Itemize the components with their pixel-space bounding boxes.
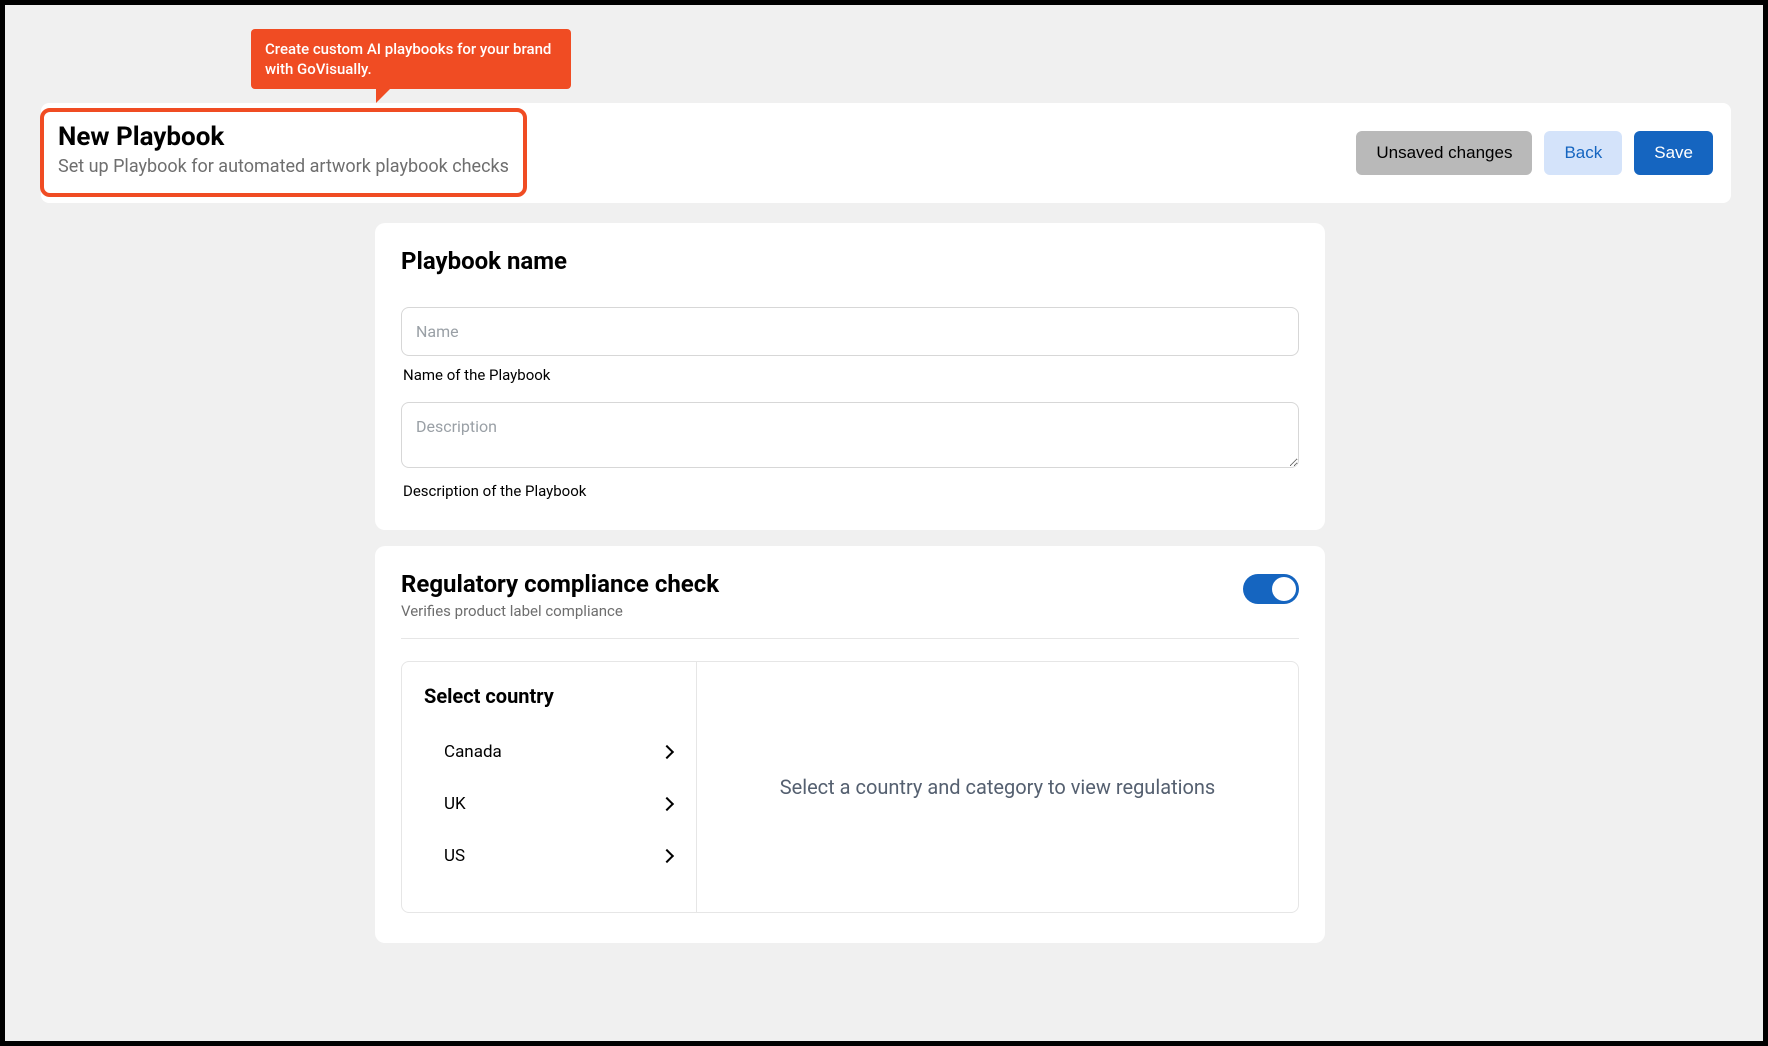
country-list-title: Select country [424, 684, 678, 708]
compliance-toggle[interactable] [1243, 574, 1299, 604]
compliance-card: Regulatory compliance check Verifies pro… [375, 546, 1325, 943]
playbook-name-helper: Name of the Playbook [403, 366, 1297, 384]
playbook-name-section-title: Playbook name [401, 247, 1299, 275]
page-subtitle: Set up Playbook for automated artwork pl… [58, 156, 509, 177]
chevron-right-icon [660, 797, 674, 811]
onboarding-tooltip: Create custom AI playbooks for your bran… [251, 29, 571, 89]
compliance-title: Regulatory compliance check [401, 570, 719, 598]
country-item-us[interactable]: US [424, 830, 678, 882]
compliance-title-block: Regulatory compliance check Verifies pro… [401, 570, 719, 620]
main-content: Playbook name Name of the Playbook Descr… [375, 223, 1325, 959]
playbook-description-input[interactable] [401, 402, 1299, 468]
regulations-placeholder: Select a country and category to view re… [780, 775, 1216, 799]
page-header: New Playbook Set up Playbook for automat… [41, 103, 1731, 203]
save-button[interactable]: Save [1634, 131, 1713, 175]
header-actions: Unsaved changes Back Save [1356, 131, 1713, 175]
country-item-uk[interactable]: UK [424, 778, 678, 830]
country-list-panel: Select country Canada UK US [402, 662, 697, 912]
back-button[interactable]: Back [1544, 131, 1622, 175]
country-label: US [444, 846, 465, 866]
country-list: Canada UK US [424, 726, 678, 882]
unsaved-changes-badge: Unsaved changes [1356, 131, 1532, 175]
page-title: New Playbook [58, 122, 509, 152]
country-label: UK [444, 794, 466, 814]
country-selector: Select country Canada UK US [401, 661, 1299, 913]
country-label: Canada [444, 742, 502, 762]
country-item-canada[interactable]: Canada [424, 726, 678, 778]
regulations-panel: Select a country and category to view re… [697, 662, 1298, 912]
header-title-block: New Playbook Set up Playbook for automat… [40, 108, 527, 197]
chevron-right-icon [660, 745, 674, 759]
compliance-subtitle: Verifies product label compliance [401, 602, 719, 620]
chevron-right-icon [660, 849, 674, 863]
compliance-header: Regulatory compliance check Verifies pro… [401, 570, 1299, 639]
playbook-name-input[interactable] [401, 307, 1299, 356]
app-frame: Create custom AI playbooks for your bran… [0, 0, 1768, 1046]
playbook-description-helper: Description of the Playbook [403, 482, 1297, 500]
playbook-name-card: Playbook name Name of the Playbook Descr… [375, 223, 1325, 530]
